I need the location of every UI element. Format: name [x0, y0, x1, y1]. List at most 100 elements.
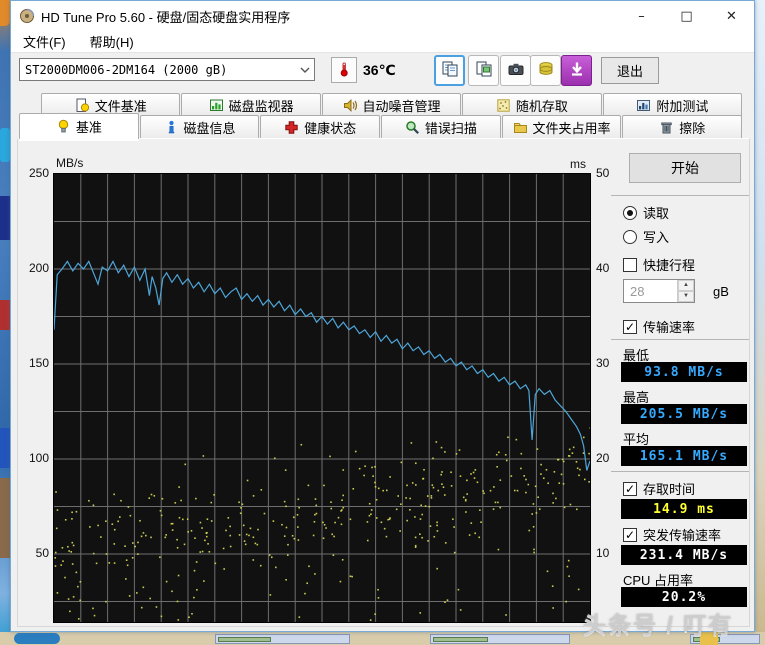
spinner-up-icon[interactable]: ▲ [678, 280, 694, 291]
short-stroke-spinner[interactable]: 28 ▲ ▼ [623, 279, 695, 303]
burst-rate-value: 231.4 MB/s [621, 545, 747, 565]
copy-image-icon-button[interactable] [468, 55, 499, 86]
tab-label: 自动噪音管理 [362, 98, 441, 114]
start-button[interactable]: 开始 [629, 153, 741, 183]
tab-label: 健康状态 [304, 121, 357, 136]
left-axis-unit-label: MB/s [56, 156, 84, 170]
desktop-icon-fragment [0, 0, 10, 26]
tab-erase[interactable]: 擦除 [622, 115, 743, 139]
folder-usage-icon [513, 120, 528, 135]
file-benchmark-icon [75, 98, 90, 113]
erase-icon [659, 120, 674, 135]
checkbox-icon: ✓ [623, 481, 637, 496]
short-stroke-checkbox[interactable]: 快捷行程 [623, 255, 695, 274]
write-radio[interactable]: 写入 [623, 227, 669, 246]
tab-label: 文件基准 [94, 98, 147, 114]
drive-select[interactable]: ST2000DM006-2DM164 (2000 gB) [19, 58, 315, 81]
tab-row-primary: 基准 磁盘信息 健康状态 错误扫描 文件夹占用率 擦除 [19, 113, 743, 139]
axis-tick-label: 50 [35, 546, 49, 560]
axis-tick-label: 150 [28, 356, 49, 370]
tab-disk-info[interactable]: 磁盘信息 [139, 115, 260, 139]
disk-info-icon [164, 120, 179, 135]
chevron-down-icon [296, 67, 314, 73]
transfer-rate-label: 传输速率 [643, 320, 696, 335]
tab-label: 擦除 [679, 121, 706, 136]
tab-label: 文件夹占用率 [532, 121, 611, 136]
copy-text-icon [441, 60, 459, 81]
tab-label: 磁盘信息 [183, 121, 236, 136]
tab-label: 基准 [75, 120, 102, 135]
app-icon [19, 8, 35, 24]
read-radio[interactable]: 读取 [623, 203, 669, 222]
background-window-thumb [215, 634, 350, 644]
tab-health[interactable]: 健康状态 [260, 115, 381, 139]
avg-value: 165.1 MB/s [621, 446, 747, 466]
disk-monitor-icon [209, 98, 224, 113]
checkbox-icon: ✓ [623, 527, 637, 542]
aam-icon [343, 98, 358, 113]
desktop-icon-fragment [0, 428, 10, 468]
menu-help[interactable]: 帮助(H) [78, 32, 146, 51]
random-access-icon [496, 98, 511, 113]
copy-text-icon-button[interactable] [434, 55, 465, 86]
burst-rate-label: 突发传输速率 [643, 528, 722, 543]
tab-extra-tests[interactable]: 附加测试 [602, 93, 743, 116]
app-window: HD Tune Pro 5.60 - 硬盘/固态硬盘实用程序 – □ ✕ 文件(… [10, 0, 755, 632]
disk-stack-icon-button[interactable] [530, 55, 561, 86]
checkbox-icon [623, 257, 637, 272]
toolbar: ST2000DM006-2DM164 (2000 gB) 36℃ 退出 [11, 53, 754, 91]
screenshot-icon-button[interactable] [500, 55, 531, 86]
tab-label: 错误扫描 [424, 121, 477, 136]
tab-folder-usage[interactable]: 文件夹占用率 [501, 115, 622, 139]
tab-error-scan[interactable]: 错误扫描 [381, 115, 501, 139]
temperature-button[interactable] [331, 57, 357, 83]
tab-benchmark[interactable]: 基准 [19, 113, 139, 139]
separator [611, 195, 749, 196]
checkbox-icon: ✓ [623, 319, 637, 334]
cpu-usage-value: 20.2% [621, 587, 747, 607]
axis-tick-label: 40 [596, 261, 610, 275]
separator [611, 471, 749, 472]
tab-label: 附加测试 [656, 98, 709, 114]
separator [611, 339, 749, 340]
taskbar-fragment [14, 633, 60, 644]
min-value: 93.8 MB/s [621, 362, 747, 382]
burst-rate-checkbox[interactable]: ✓ 突发传输速率 [623, 525, 721, 544]
tab-disk-monitor[interactable]: 磁盘监视器 [181, 93, 321, 116]
desktop-icon-fragment [0, 300, 10, 330]
spinner-down-icon[interactable]: ▼ [678, 291, 694, 302]
axis-tick-label: 200 [28, 261, 49, 275]
drive-select-value: ST2000DM006-2DM164 (2000 gB) [25, 62, 228, 77]
axis-tick-label: 10 [596, 546, 610, 560]
tab-aam[interactable]: 自动噪音管理 [321, 93, 462, 116]
close-button[interactable]: ✕ [709, 1, 754, 31]
tab-random-access[interactable]: 随机存取 [462, 93, 602, 116]
desktop-screen: HD Tune Pro 5.60 - 硬盘/固态硬盘实用程序 – □ ✕ 文件(… [0, 0, 765, 645]
save-download-icon [568, 60, 586, 81]
access-time-label: 存取时间 [643, 482, 696, 497]
maximize-button[interactable]: □ [664, 1, 709, 31]
desktop-right-strip [755, 0, 765, 632]
exit-button[interactable]: 退出 [601, 57, 659, 84]
tab-label: 随机存取 [515, 98, 568, 114]
benchmark-chart [53, 173, 592, 623]
read-radio-label: 读取 [643, 206, 670, 221]
window-title: HD Tune Pro 5.60 - 硬盘/固态硬盘实用程序 [41, 9, 291, 25]
tab-row-secondary: 文件基准 磁盘监视器 自动噪音管理 随机存取 附加测试 [41, 93, 743, 116]
transfer-rate-checkbox[interactable]: ✓ 传输速率 [623, 317, 695, 336]
minimize-button[interactable]: – [619, 1, 664, 31]
axis-tick-label: 100 [28, 451, 49, 465]
chart-canvas [53, 174, 592, 622]
right-axis-unit-label: ms [570, 157, 586, 171]
benchmark-icon [56, 119, 71, 134]
desktop-icon-fragment [0, 478, 10, 558]
axis-tick-label: 250 [28, 166, 49, 180]
save-download-icon-button[interactable] [561, 55, 592, 86]
background-window-thumb [430, 634, 570, 644]
access-time-checkbox[interactable]: ✓ 存取时间 [623, 479, 695, 498]
menu-file[interactable]: 文件(F) [11, 32, 78, 51]
thermometer-icon [337, 61, 351, 80]
error-scan-icon [405, 120, 420, 135]
access-time-value: 14.9 ms [621, 499, 747, 519]
disk-stack-icon [537, 60, 555, 81]
